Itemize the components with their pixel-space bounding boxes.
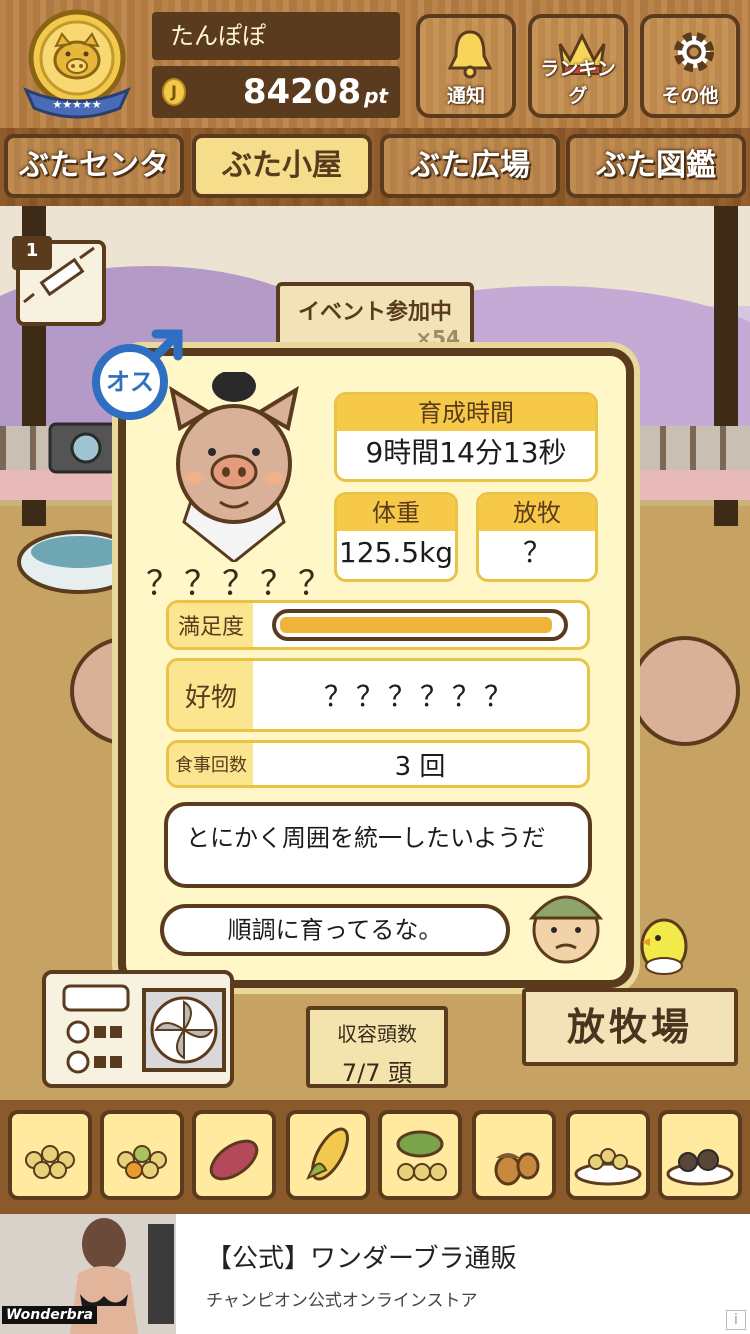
satisfaction-label: 満足度 — [169, 603, 253, 647]
ad-brand-logo: Wonderbra — [2, 1306, 98, 1324]
top-header: ★★★★★ たんぽぽ J 84208 pt 通知 ランキング その他 — [0, 0, 750, 128]
satisfaction-row: 満足度 — [166, 600, 590, 650]
fan-icon — [142, 988, 226, 1072]
notification-button[interactable]: 通知 — [416, 14, 516, 118]
food-beans[interactable] — [8, 1110, 92, 1200]
event-participation-sign: イベント参加中 ×54 — [276, 282, 474, 352]
gear-icon — [674, 32, 714, 72]
ranking-button[interactable]: ランキング — [528, 14, 628, 118]
points-display: J 84208 pt — [152, 66, 400, 118]
herb-berries-icon — [396, 1130, 447, 1181]
food-acorn[interactable] — [472, 1110, 556, 1200]
sweet-potato-icon — [209, 1139, 259, 1181]
breeding-time-panel: 育成時間 9時間14分13秒 — [334, 392, 598, 482]
food-corn[interactable] — [286, 1110, 370, 1200]
tab-buta-encyclopedia[interactable]: ぶた図鑑 — [566, 134, 746, 198]
pig-sprite-right[interactable] — [630, 636, 740, 746]
keeper-avatar-icon — [528, 895, 604, 964]
food-herb-berries[interactable] — [378, 1110, 462, 1200]
mixed-grain-icon — [117, 1145, 167, 1179]
food-grain-plate[interactable] — [566, 1110, 650, 1200]
pasture-button[interactable]: 放牧場 — [522, 988, 738, 1066]
ad-image[interactable]: Wonderbra — [0, 1214, 176, 1334]
grazing-value: ？ — [522, 536, 551, 569]
keeper-comment-bubble: 順調に育ってるな。 — [160, 904, 510, 956]
coin-icon: J — [162, 78, 186, 106]
capacity-value: 7/7 頭 — [341, 1059, 413, 1087]
svg-text:★★★★★: ★★★★★ — [52, 98, 101, 111]
event-count: ×54 — [415, 326, 460, 350]
keeper-comment-text: 順調に育ってるな。 — [227, 916, 443, 944]
other-menu-label: その他 — [661, 85, 719, 107]
satisfaction-meter — [272, 609, 568, 641]
corn-icon — [306, 1127, 349, 1181]
notification-label: 通知 — [446, 85, 485, 107]
environment-control-panel[interactable] — [42, 970, 234, 1088]
satisfaction-fill — [280, 617, 552, 633]
gender-label: オス — [106, 368, 154, 396]
pig-thought-text: とにかく周囲を統一したいようだ — [186, 824, 546, 852]
pig-detail-modal: オス ？？？？？ 育成時間 9時間14分13秒 体重 125.5kg 放牧 ？ … — [92, 329, 634, 988]
food-bar — [0, 1100, 750, 1214]
points-value: 84208 — [242, 72, 362, 112]
breeding-time-label: 育成時間 — [337, 395, 595, 431]
breeding-time-value: 9時間14分13秒 — [365, 436, 567, 469]
grazing-panel: 放牧 ？ — [476, 492, 598, 582]
capacity-label: 収容頭数 — [337, 1022, 417, 1046]
meals-label: 食事回数 — [169, 743, 253, 785]
food-sweet-potato[interactable] — [192, 1110, 276, 1200]
truffle-plate-icon — [666, 1149, 734, 1186]
grain-plate-icon — [574, 1148, 642, 1186]
syringe-count-badge: 1 — [12, 236, 52, 270]
yellow-chick-icon — [640, 918, 688, 975]
username-label: たんぽぽ — [152, 12, 400, 60]
thermostat-icon — [62, 984, 130, 1074]
ranking-label: ランキング — [540, 58, 616, 107]
pig-rank-medal-icon[interactable]: ★★★★★ — [16, 8, 138, 120]
main-nav-tabs: ぶたセンター ぶた小屋 ぶた広場 ぶた図鑑 — [0, 128, 750, 239]
acorn-icon — [494, 1152, 540, 1186]
favorite-label: 好物 — [169, 661, 253, 729]
grazing-label: 放牧 — [479, 495, 595, 531]
advertisement-banner[interactable]: Wonderbra 【公式】ワンダーブラ通販 チャンピオン公式オンラインストア … — [0, 1214, 750, 1334]
beans-icon — [25, 1145, 75, 1179]
food-mixed-grain[interactable] — [100, 1110, 184, 1200]
other-menu-button[interactable]: その他 — [640, 14, 740, 118]
tab-buta-plaza[interactable]: ぶた広場 — [380, 134, 560, 198]
weight-value: 125.5kg — [338, 536, 454, 569]
pig-name: ？？？？？ — [146, 564, 336, 604]
meals-value: 3 回 — [394, 751, 446, 782]
bell-icon — [447, 30, 493, 79]
favorite-food-row: 好物 ？？？？？？ — [166, 658, 590, 732]
tab-buta-hut[interactable]: ぶた小屋 — [192, 134, 372, 198]
food-truffle-plate[interactable] — [658, 1110, 742, 1200]
points-unit: pt — [364, 84, 388, 108]
syringe-item-button[interactable]: 1 — [12, 236, 106, 326]
ad-info-icon[interactable]: i — [726, 1310, 746, 1330]
ad-title[interactable]: 【公式】ワンダーブラ通販 — [206, 1238, 516, 1275]
tab-buta-center[interactable]: ぶたセンター — [4, 134, 184, 239]
event-sign-text: イベント参加中 — [297, 300, 452, 325]
weight-label: 体重 — [337, 495, 455, 531]
weight-panel: 体重 125.5kg — [334, 492, 458, 582]
meal-count-row: 食事回数 3 回 — [166, 740, 590, 788]
ad-subtitle: チャンピオン公式オンラインストア — [206, 1291, 478, 1311]
satisfaction-meter-area — [253, 603, 587, 647]
favorite-value: ？？？？？？ — [323, 680, 516, 713]
pig-hut-scene: 1 イベント参加中 ×54 オス ？？？？？ 育成時間 9時間14分13秒 体重… — [0, 206, 750, 1214]
capacity-sign: 収容頭数 7/7 頭 — [306, 1006, 448, 1088]
